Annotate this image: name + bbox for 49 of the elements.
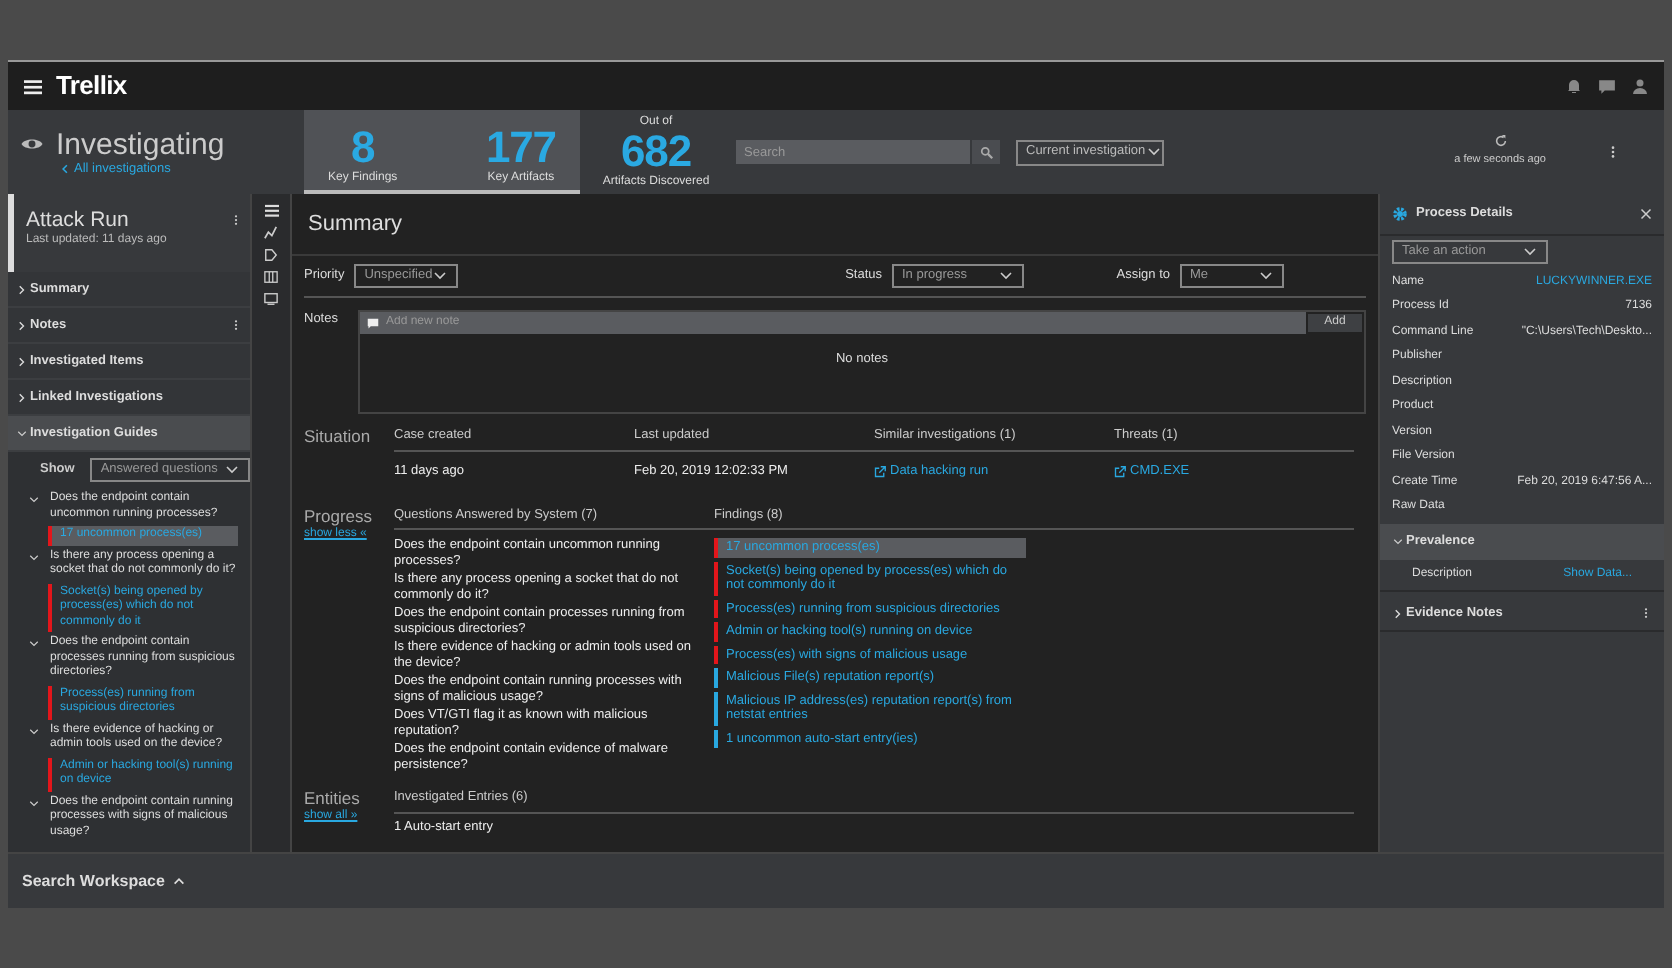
logo: Trellix [56,68,127,105]
chevron-down-icon [16,427,28,439]
search-button[interactable] [972,140,1000,164]
stat-value: 682 [620,130,692,174]
section-heading: Progress [304,505,375,525]
chevron-down-icon[interactable] [28,638,40,650]
columns-icon[interactable] [264,270,278,284]
bell-icon[interactable] [1566,78,1582,94]
section-heading: Entities [304,788,362,809]
investigation-title: Attack Run [26,208,131,232]
page-title: Investigating [56,127,225,161]
chevron-down-icon[interactable] [28,494,40,506]
chevron-down-icon[interactable] [28,551,40,563]
search-workspace-button[interactable]: Search Workspace [22,869,187,893]
search-icon [979,145,993,159]
chevron-down-icon [998,268,1014,284]
chevron-down-icon [1522,244,1538,260]
stat-value: 8 [351,126,375,170]
gear-icon [1392,206,1408,222]
chevron-down-icon [1392,536,1404,548]
section-title: Summary [308,209,403,240]
chevron-down-icon[interactable] [28,725,40,737]
chevron-down-icon [1258,268,1274,284]
note-icon [366,317,380,329]
chevron-up-icon [172,874,187,888]
chevron-right-icon [16,355,28,367]
section-heading: Situation [304,426,373,446]
stat-value: 177 [485,126,556,170]
tag-icon[interactable] [264,248,278,262]
menu-icon[interactable] [24,77,42,95]
list-icon[interactable] [263,204,279,218]
chevron-right-icon [16,391,28,403]
chevron-right-icon [16,283,28,295]
more-icon[interactable] [1606,144,1620,160]
chevron-right-icon [16,319,28,331]
external-link-icon [874,465,886,478]
chevron-down-icon [432,268,449,284]
close-icon[interactable] [1640,208,1652,220]
external-link-icon [1114,465,1126,478]
refresh-icon[interactable] [1493,134,1508,149]
chevron-down-icon [1145,144,1162,160]
chevron-right-icon [1392,607,1404,619]
chart-icon[interactable] [264,226,278,240]
chevron-down-icon[interactable] [28,797,40,809]
user-icon[interactable] [1632,78,1648,94]
monitor-icon[interactable] [264,292,278,306]
chevron-down-icon [224,462,240,478]
chevron-left-icon [60,164,70,174]
chat-icon[interactable] [1598,77,1616,95]
